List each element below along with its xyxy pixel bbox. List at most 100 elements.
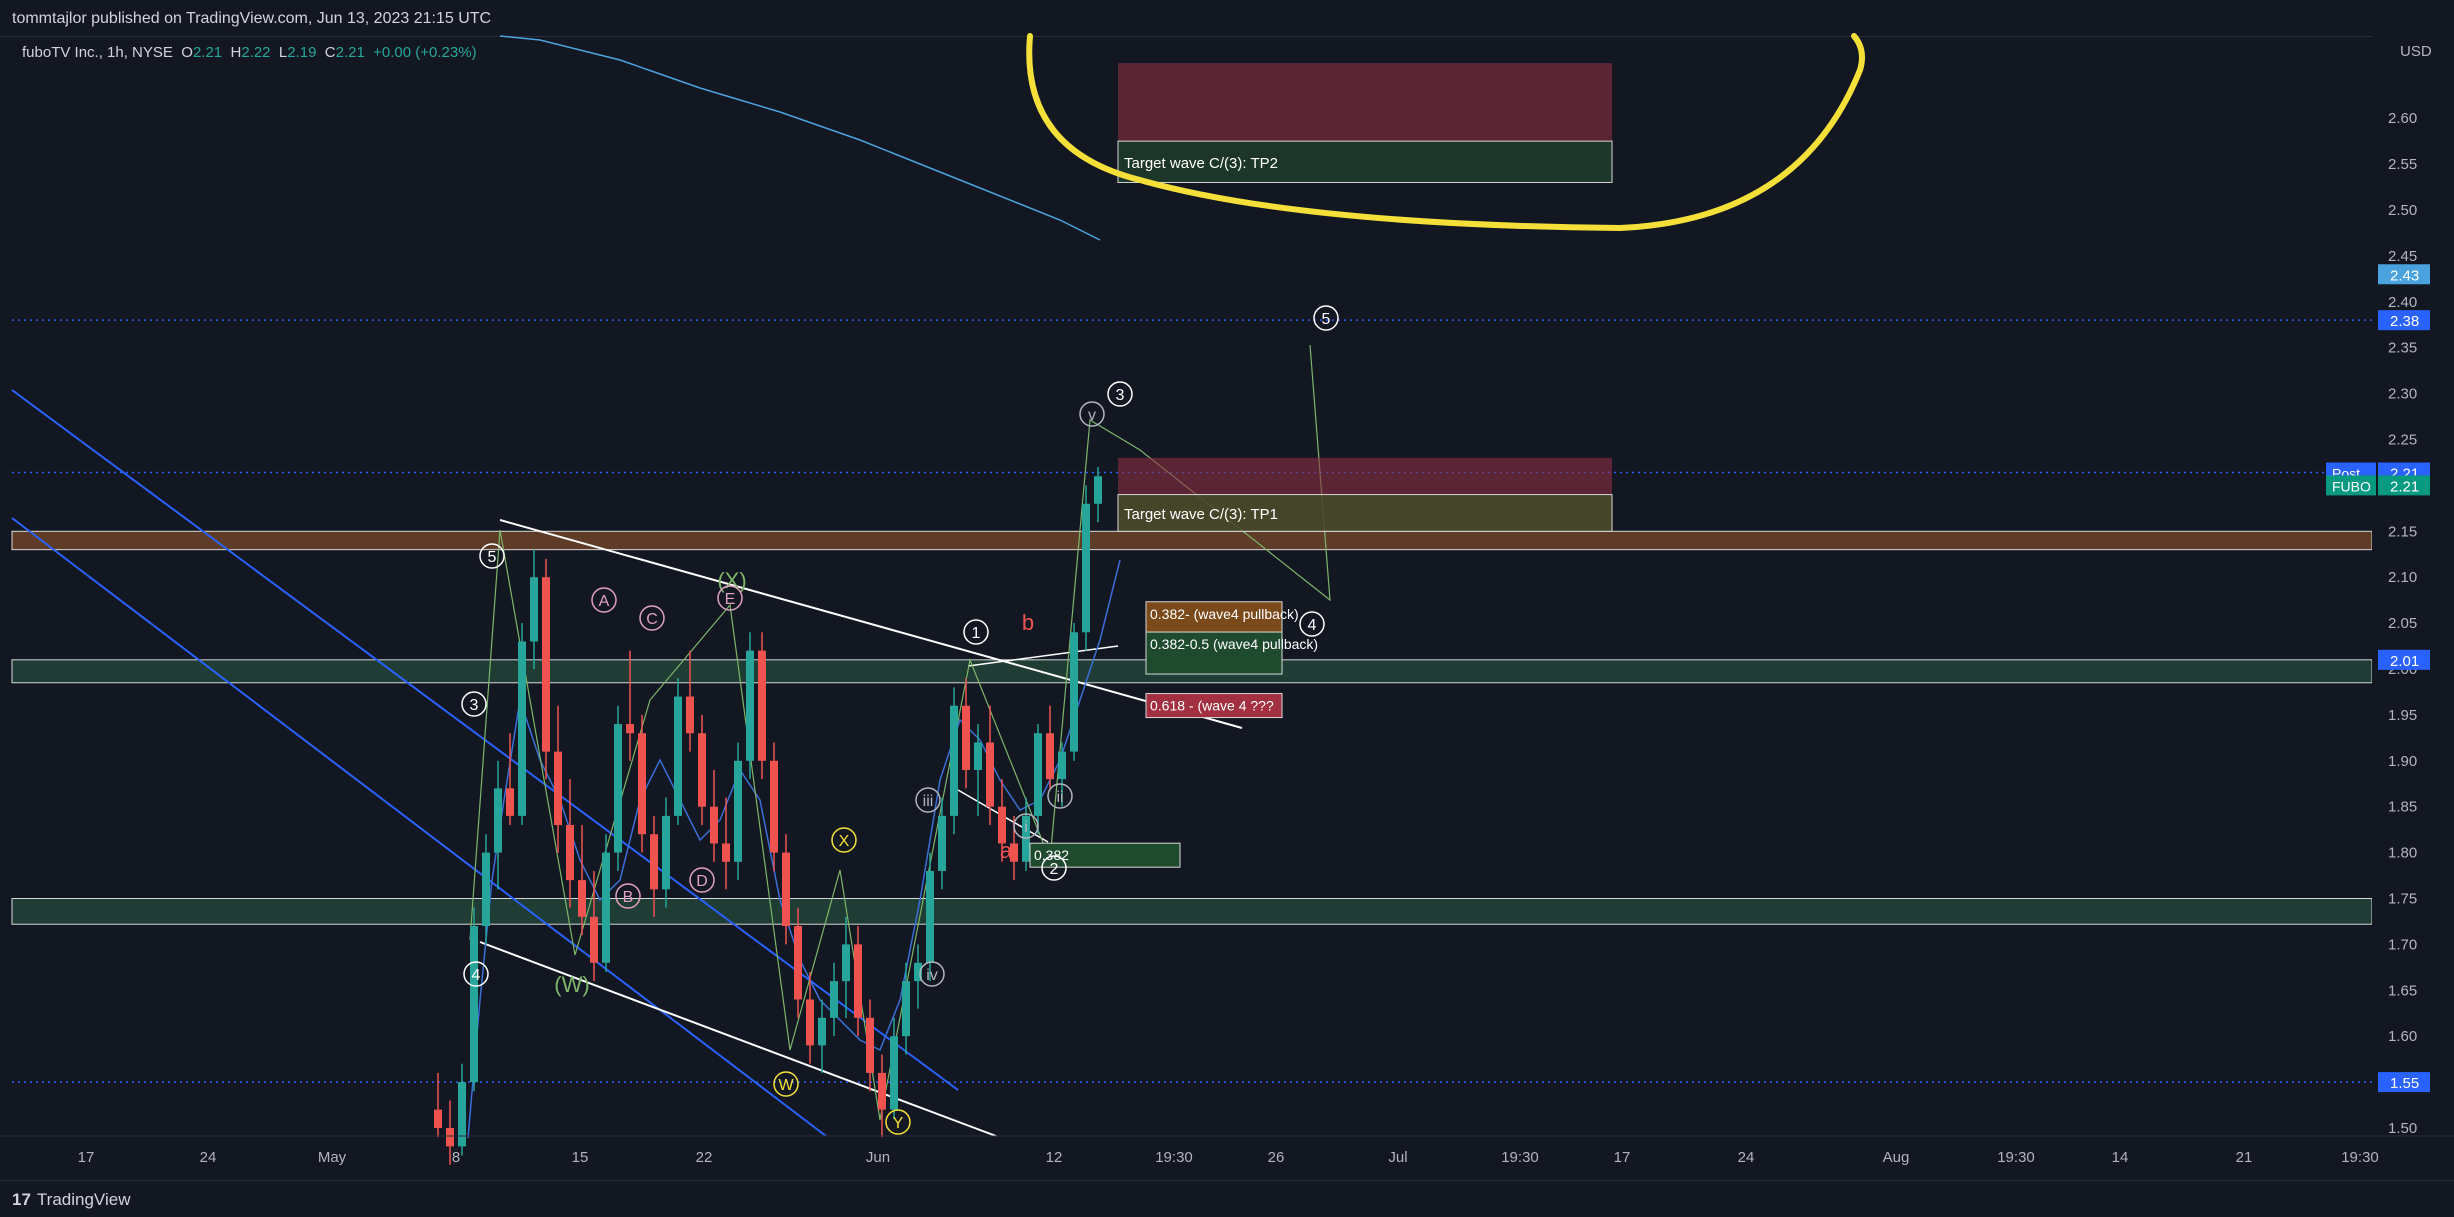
candle-body	[1034, 733, 1042, 816]
wave-label-12: Y	[893, 1115, 904, 1132]
x-tick-label: 14	[2112, 1149, 2129, 1166]
candle-body	[842, 944, 850, 982]
price-label: 2.43	[2390, 267, 2419, 284]
y-tick-label: 1.75	[2388, 891, 2417, 908]
candle-body	[758, 650, 766, 761]
wave-label-21: D	[696, 873, 708, 890]
x-tick-label: Aug	[1883, 1149, 1910, 1166]
price-label: 2.21	[2390, 478, 2419, 495]
price-chart[interactable]: Target wave C/(3): TP2 Target wave C/(3):…	[0, 0, 2454, 1216]
currency-label: USD	[2400, 43, 2432, 60]
descending-step-line	[499, 35, 1101, 241]
y-tick-label: 2.35	[2388, 340, 2417, 357]
x-tick-label: Jul	[1388, 1149, 1407, 1166]
wave-label-18: A	[599, 593, 610, 610]
y-tick-label: 2.30	[2388, 386, 2417, 403]
candle-body	[782, 852, 790, 927]
wave-label-15: iii	[923, 793, 934, 810]
y-tick-label: 1.60	[2388, 1028, 2417, 1045]
candle-body	[818, 1017, 826, 1046]
x-tick-label: 22	[696, 1149, 713, 1166]
wave-label-14: ii	[1056, 789, 1063, 806]
candle-body	[626, 724, 634, 734]
wedge-upper-line[interactable]	[499, 519, 1243, 729]
x-tick-label: 17	[78, 1149, 95, 1166]
footer: 17 TradingView	[0, 1180, 2454, 1217]
y-tick-label: 1.50	[2388, 1120, 2417, 1137]
y-tick-label: 1.70	[2388, 936, 2417, 953]
candle-body	[902, 981, 910, 1037]
x-tick-label: 26	[1268, 1149, 1285, 1166]
y-tick-label: 2.60	[2388, 110, 2417, 127]
target-box-label-0: Target wave C/(3): TP2	[1124, 155, 1278, 172]
wave-label-20: C	[646, 611, 658, 628]
candle-body	[1058, 751, 1066, 780]
target-box-top-0[interactable]	[1118, 63, 1612, 142]
candle-body	[770, 760, 778, 853]
candle-body	[614, 724, 622, 853]
channel-blue-line-2[interactable]	[11, 517, 827, 1137]
candle-body	[746, 650, 754, 761]
target-box-label-1: Target wave C/(3): TP1	[1124, 506, 1278, 523]
candle-body	[482, 852, 490, 927]
wave-label-1: 3	[470, 697, 479, 714]
candle-body	[590, 916, 598, 963]
wave-label-9: (W)	[554, 972, 589, 997]
tradingview-logo[interactable]: 17 TradingView	[12, 1190, 130, 1210]
wave-label-0: 5	[488, 549, 497, 566]
y-tick-label: 1.95	[2388, 707, 2417, 724]
candle-body	[674, 696, 682, 816]
candle-body	[602, 852, 610, 963]
wave-label-4: 2	[1050, 861, 1059, 878]
brand-text: TradingView	[36, 1190, 131, 1209]
candle-body	[1082, 503, 1090, 633]
fib-label-text-0: 0.382- (wave4 pullback)	[1150, 606, 1299, 622]
candle-body	[950, 705, 958, 816]
candle-body	[434, 1109, 442, 1128]
candle-body	[578, 880, 586, 917]
y-tick-label: 2.10	[2388, 569, 2417, 586]
support-zone-2[interactable]	[11, 898, 2373, 925]
x-tick-label: 24	[1738, 1149, 1755, 1166]
price-label: 2.01	[2390, 653, 2419, 670]
candle-body	[926, 870, 934, 963]
x-tick-label: 19:30	[1155, 1149, 1193, 1166]
y-tick-label: 2.40	[2388, 294, 2417, 311]
candle-body	[506, 788, 514, 816]
x-tick-label: Jun	[866, 1149, 890, 1166]
support-zone-0[interactable]	[11, 530, 2373, 551]
candle-body	[806, 999, 814, 1046]
y-tick-label: 2.55	[2388, 156, 2417, 173]
candle-body	[518, 641, 526, 816]
y-tick-label: 2.45	[2388, 248, 2417, 265]
y-tick-label: 1.80	[2388, 845, 2417, 862]
y-tick-label: 1.90	[2388, 753, 2417, 770]
target-box-top-1[interactable]	[1118, 457, 1612, 495]
candle-body	[698, 733, 706, 807]
x-tick-label: 15	[572, 1149, 589, 1166]
x-tick-label: 17	[1614, 1149, 1631, 1166]
candle-body	[446, 1128, 454, 1147]
candle-body	[854, 944, 862, 1018]
candle-body	[650, 834, 658, 890]
wave-label-13: i	[1024, 819, 1028, 836]
candle-body	[638, 733, 646, 835]
price-label: 2.38	[2390, 313, 2419, 330]
candle-body	[722, 843, 730, 862]
wave-label-2: 4	[472, 967, 481, 984]
wave-label-17: v	[1088, 407, 1096, 424]
x-tick-label: 19:30	[1997, 1149, 2035, 1166]
candle-body	[542, 577, 550, 752]
candle-body	[1070, 632, 1078, 752]
candle-body	[530, 577, 538, 642]
y-tick-label: 1.65	[2388, 982, 2417, 999]
x-tick-label: 8	[452, 1149, 460, 1166]
y-tick-label: 1.85	[2388, 799, 2417, 816]
candle-body	[566, 825, 574, 881]
side-tag: FUBO	[2332, 478, 2371, 494]
candle-body	[890, 1036, 898, 1110]
candle-body	[686, 696, 694, 734]
wave-label-7: 5	[1322, 311, 1331, 328]
candle-body	[554, 751, 562, 826]
candle-body	[470, 926, 478, 1083]
